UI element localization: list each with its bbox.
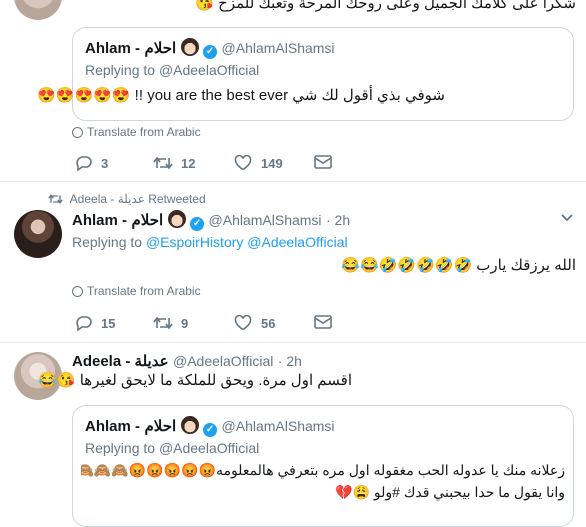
reply-count: 3 [101,155,109,171]
divider [0,342,586,343]
verified-icon: ✓ [203,423,218,437]
quote-author-handle: @AhlamAlShamsi [221,418,335,434]
tweet3-text: اقسم اول مرة. ويحق للملكة ما لايحق لغيره… [38,372,352,389]
tweet2-author-handle[interactable]: @AhlamAlShamsi [209,212,322,228]
quote-author-handle: @AhlamAlShamsi [221,40,335,56]
tweet2-time[interactable]: · 2h [326,212,350,228]
translate-link[interactable]: Translate from Arabic [72,125,201,139]
retweet-button[interactable]: 12 [153,155,195,171]
retweet-count: 9 [181,315,189,331]
retweet-icon [153,156,173,170]
tweet2-author-name[interactable]: Ahlam - [72,212,127,229]
tweet3-author-name[interactable]: Adeela - عديلة [72,353,169,370]
translate-label: Translate from Arabic [87,125,201,139]
quote-author-name-ar: احلام [144,418,177,435]
retweet-icon [48,194,63,204]
replying-to-handle[interactable]: @AdeelaOfficial [247,234,347,250]
like-button[interactable]: 56 [234,315,275,331]
replying-label: Replying to [72,234,143,250]
tweet3-quote-card[interactable]: Ahlam - احلام ✓ @AhlamAlShamsi Replying … [72,405,574,527]
divider [0,181,586,182]
quote-author-name: Ahlam - [85,40,141,57]
chevron-down-icon[interactable] [560,210,574,229]
retweet-context: Adeela - عديلة Retweeted [48,192,206,206]
avatar-adeela-top[interactable] [14,0,62,20]
translate-link[interactable]: Translate from Arabic [72,284,201,298]
like-button[interactable]: 149 [234,155,283,171]
tweet2-text: الله يرزقك يارب 🤣🤣🤣🤣🤣😂😂 [341,257,576,274]
translate-label: Translate from Arabic [87,284,201,298]
globe-icon [72,286,83,297]
reply-button[interactable]: 15 [74,315,115,331]
like-icon [234,315,252,331]
retweet-context-label: Adeela - عديلة Retweeted [69,192,206,206]
message-button[interactable] [314,315,332,329]
tweet2-author-name-ar[interactable]: احلام [131,212,163,229]
message-button[interactable] [314,155,332,169]
quote-text: شوفي بذي أقول لك شي you are the best eve… [37,87,445,104]
like-count: 56 [261,315,276,331]
replying-label: Replying to [85,440,156,456]
retweet-count: 12 [181,155,196,171]
tweet1-quote-card[interactable]: Ahlam - احلام ✓ @AhlamAlShamsi Replying … [37,27,574,121]
girl-emoji-icon [180,416,199,434]
replying-to-handle: @AdeelaOfficial [158,62,260,78]
tweet3-author-handle[interactable]: @AdeelaOfficial [173,353,273,369]
verified-icon: ✓ [203,45,218,59]
globe-icon [72,127,83,138]
message-icon [314,155,332,169]
like-icon [234,155,252,171]
reply-button[interactable]: 3 [74,155,108,171]
replying-to-handle[interactable]: @EspoirHistory [146,234,243,250]
retweet-icon [153,316,173,330]
quote-author-name-ar: احلام [144,40,177,57]
quote-text-line1: زعلانه منك يا عدوله الحب مغقوله اول مره … [81,462,565,478]
reply-count: 15 [101,315,116,331]
like-count: 149 [261,155,283,171]
retweet-button[interactable]: 9 [153,315,188,331]
reply-icon [76,156,92,171]
girl-emoji-icon [167,210,186,228]
replying-to-handle: @AdeelaOfficial [158,440,260,456]
reply-icon [76,316,92,331]
quote-author-name: Ahlam - [85,418,141,435]
avatar-ahlam[interactable] [14,210,62,258]
tweet1-text: شكرا على كلامك الجميل وعلى روحك المرحة و… [195,0,576,12]
quote-text-line2: وانا يقول ما حدا بيحبني قدك #ولو 😩💔 [335,484,565,500]
replying-label: Replying to [85,62,156,78]
tweet3-time[interactable]: · 2h [278,353,302,369]
verified-icon: ✓ [190,217,205,231]
message-icon [314,315,332,329]
girl-emoji-icon [180,38,199,56]
